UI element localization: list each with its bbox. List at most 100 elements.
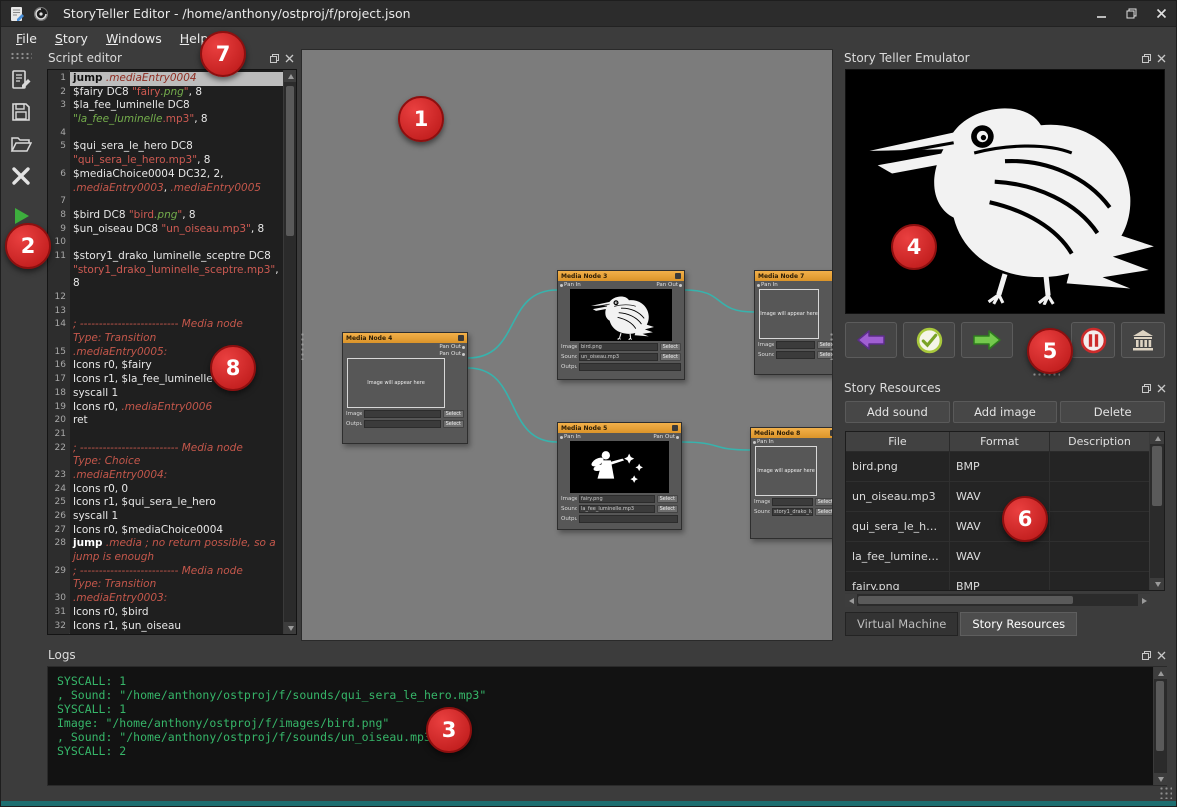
input-port[interactable]: Pan In [753,439,774,445]
scroll-up-arrow[interactable] [1154,667,1167,679]
scroll-thumb[interactable] [1152,446,1162,506]
input-port[interactable]: Pan In [757,282,778,288]
media-node-header[interactable]: Media Node 4 [343,333,467,343]
close-icon[interactable] [1157,384,1166,393]
validate-button[interactable] [903,322,955,358]
node-settings-icon[interactable] [672,425,678,431]
home-button[interactable] [1121,322,1165,358]
node-field-value[interactable] [776,351,815,359]
close-project-button[interactable] [3,161,39,191]
node-field-value[interactable]: la_fee_luminelle.mp3 [579,505,655,513]
node-canvas[interactable]: Media Node 4Pan OutPan OutImage will app… [301,49,833,641]
close-icon[interactable] [1157,651,1166,660]
float-icon[interactable] [1142,54,1151,63]
next-button[interactable] [961,322,1013,358]
table-scrollbar[interactable] [1149,432,1164,590]
script-editor[interactable]: 1jump .mediaEntry00042$fairy DC8 "fairy.… [47,69,297,635]
table-row[interactable]: bird.pngBMP [846,452,1164,482]
scroll-down-arrow[interactable] [1150,578,1165,590]
scroll-left-arrow[interactable] [845,594,857,607]
node-field-value[interactable] [772,498,813,506]
media-node[interactable]: Media Node 3Pan InPan OutImagebird.pngSe… [557,270,685,380]
scroll-up-arrow[interactable] [284,70,297,82]
open-button[interactable] [3,129,39,159]
node-select-button[interactable]: Select [443,420,464,428]
menu-file[interactable]: File [7,28,46,49]
logs-scrollbar[interactable] [1153,667,1166,785]
scroll-up-arrow[interactable] [1150,432,1165,444]
script-scrollbar[interactable] [283,70,296,634]
resize-grip[interactable] [1159,786,1172,799]
node-select-button[interactable]: Select [660,343,681,351]
close-button[interactable] [1146,2,1176,26]
toolbar-handle[interactable] [10,52,32,59]
node-select-button[interactable]: Select [657,505,678,513]
menu-story[interactable]: Story [46,28,97,49]
column-header-format[interactable]: Format [950,432,1050,452]
node-select-button[interactable]: Select [657,495,678,503]
splitter-right[interactable] [829,332,834,360]
scroll-thumb[interactable] [286,86,294,236]
minimize-button[interactable] [1086,2,1116,26]
table-hscrollbar[interactable] [845,593,1150,606]
media-node[interactable]: Media Node 8Pan InImage will appear here… [750,427,833,539]
node-select-button[interactable]: Select [815,498,833,506]
float-icon[interactable] [270,54,279,63]
media-node-header[interactable]: Media Node 5 [558,423,681,433]
media-node-header[interactable]: Media Node 3 [558,271,684,281]
node-field-value[interactable]: un_oiseau.mp3 [579,353,658,361]
scroll-right-arrow[interactable] [1138,594,1150,607]
output-port[interactable]: Pan Out [439,351,465,357]
column-header-description[interactable]: Description [1050,432,1150,452]
node-field-value[interactable] [579,363,681,371]
add-sound-button[interactable]: Add sound [845,401,950,423]
float-icon[interactable] [1142,651,1151,660]
node-select-button[interactable]: Select [815,508,833,516]
media-node-header[interactable]: Media Node 8 [751,428,833,438]
input-port[interactable]: Pan In [560,282,581,288]
node-select-button[interactable]: Select [443,410,464,418]
node-field-value[interactable] [579,515,678,523]
save-button[interactable] [3,97,39,127]
input-port[interactable]: Pan In [560,434,581,440]
media-node[interactable]: Media Node 4Pan OutPan OutImage will app… [342,332,468,444]
output-port[interactable]: Pan Out [653,434,679,440]
media-node[interactable]: Media Node 5Pan InPan OutImagefairy.pngS… [557,422,682,530]
table-row[interactable]: la_fee_lumine…WAV [846,542,1164,572]
restore-button[interactable] [1116,2,1146,26]
splitter-left[interactable] [300,332,305,360]
node-field-value[interactable] [776,341,815,349]
node-field-value[interactable] [364,420,441,428]
tab-story-resources[interactable]: Story Resources [960,612,1077,636]
media-node-header[interactable]: Media Node 7 [755,271,833,281]
pause-button[interactable] [1071,322,1115,358]
scroll-down-arrow[interactable] [284,622,297,634]
node-settings-icon[interactable] [830,430,833,436]
scroll-thumb[interactable] [858,596,1073,604]
node-field-value[interactable]: bird.png [579,343,658,351]
close-icon[interactable] [285,54,294,63]
node-settings-icon[interactable] [832,273,833,279]
title-bar[interactable]: StoryTeller Editor - /home/anthony/ostpr… [1,1,1176,27]
node-field-value[interactable] [364,410,441,418]
add-image-button[interactable]: Add image [953,401,1058,423]
output-port[interactable]: Pan Out [656,282,682,288]
new-script-button[interactable] [3,65,39,95]
scroll-down-arrow[interactable] [1154,773,1167,785]
output-port[interactable]: Pan Out [439,344,465,350]
column-header-file[interactable]: File [846,432,950,452]
logs-output[interactable]: SYSCALL: 1, Sound: "/home/anthony/ostpro… [47,666,1167,786]
close-icon[interactable] [1157,54,1166,63]
node-settings-icon[interactable] [458,335,464,341]
tab-virtual-machine[interactable]: Virtual Machine [845,612,958,636]
back-button[interactable] [845,322,897,358]
node-field-value[interactable]: fairy.png [579,495,655,503]
menu-windows[interactable]: Windows [97,28,171,49]
node-settings-icon[interactable] [675,273,681,279]
media-node[interactable]: Media Node 7Pan InImage will appear here… [754,270,833,375]
node-select-button[interactable]: Select [660,353,681,361]
delete-button[interactable]: Delete [1060,401,1165,423]
float-icon[interactable] [1142,384,1151,393]
scroll-thumb[interactable] [1156,681,1164,751]
node-field-value[interactable]: story1_drako_luminelle_sceptre.mp3 [772,508,813,516]
